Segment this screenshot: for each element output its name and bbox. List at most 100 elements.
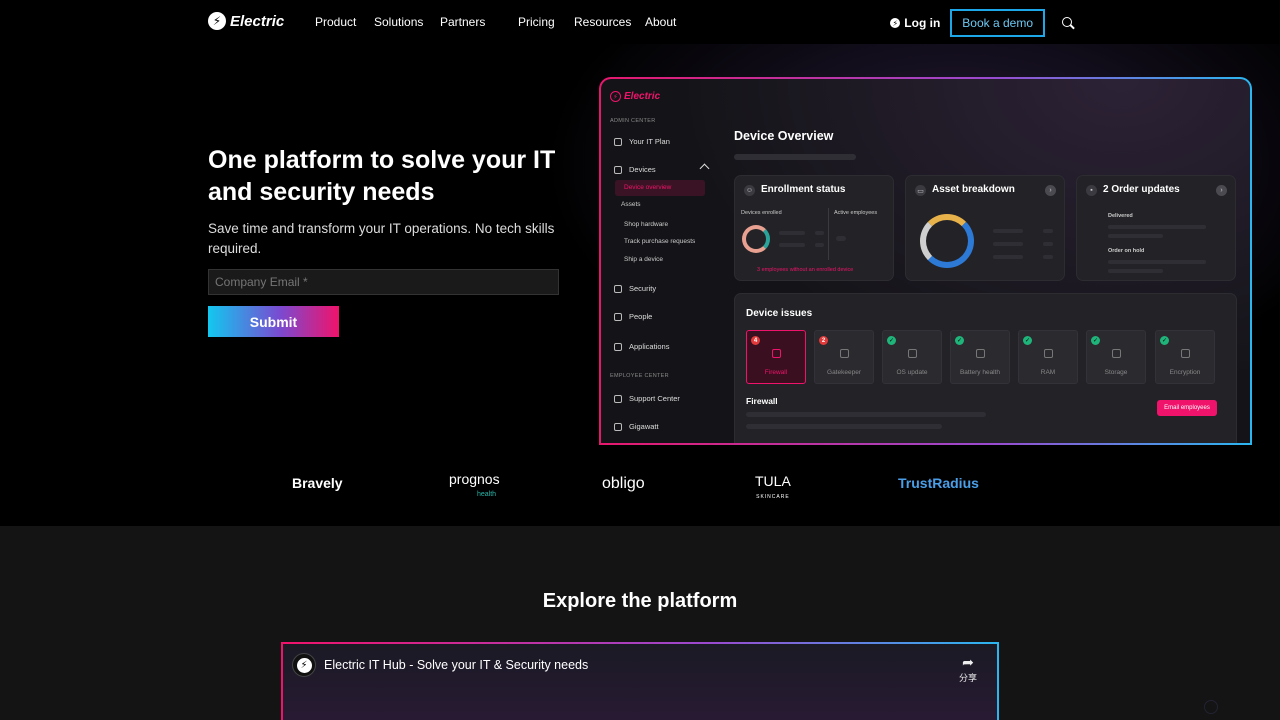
sidebar-item-support-center[interactable]: Support Center (614, 394, 680, 403)
employee-center-label: EMPLOYEE CENTER (610, 373, 669, 379)
check-icon: ✓ (1091, 336, 1100, 345)
people-icon (614, 312, 622, 321)
order-on-hold-label: Order on hold (1108, 248, 1145, 254)
channel-avatar[interactable]: ⚡ (292, 653, 316, 677)
issue-tile-battery-health[interactable]: ✓ Battery health (950, 330, 1010, 384)
tula-logo-text: TULA (755, 473, 791, 489)
sidebar-sub-track-requests[interactable]: Track purchase requests (624, 238, 695, 245)
prognos-logo-text: prognos (449, 471, 500, 487)
bolt-icon: ⚡ (208, 12, 226, 30)
issue-label: OS update (896, 369, 928, 376)
nav-actions: ⚡ Log in Book a demo (890, 9, 1075, 37)
device-issues-card: Device issues 4 Firewall 2 Gatekeeper ✓ OS … (734, 293, 1237, 443)
skeleton-line (779, 231, 805, 235)
issue-tile-encryption[interactable]: ✓ Encryption (1155, 330, 1215, 384)
skeleton-line (1043, 229, 1053, 233)
truck-icon: ▪ (1086, 185, 1097, 196)
check-icon: ✓ (955, 336, 964, 345)
order-updates-card[interactable]: ▪ 2 Order updates › Delivered Order on h… (1076, 175, 1236, 281)
gear-icon (908, 349, 917, 358)
asset-breakdown-card[interactable]: ▭ Asset breakdown › (905, 175, 1065, 281)
logo-text: Electric (230, 12, 285, 30)
hero-title: One platform to solve your IT and securi… (208, 146, 556, 206)
firewall-icon (772, 349, 781, 358)
skeleton-line (993, 255, 1023, 259)
laptop-icon (614, 165, 622, 174)
issue-tile-ram[interactable]: ✓ RAM (1018, 330, 1078, 384)
sidebar-item-applications[interactable]: Applications (614, 342, 669, 351)
sidebar-sub-assets[interactable]: Assets (621, 201, 641, 208)
sidebar-sub-ship-device[interactable]: Ship a device (624, 256, 663, 263)
sidebar-item-security[interactable]: Security (614, 284, 656, 293)
app-preview: ⚡ Electric ADMIN CENTER Your IT Plan Dev… (599, 77, 1252, 445)
nav-solutions[interactable]: Solutions (374, 15, 440, 29)
issue-tile-os-update[interactable]: ✓ OS update (882, 330, 942, 384)
sidebar-item-label: Applications (629, 342, 670, 351)
issue-tile-gatekeeper[interactable]: 2 Gatekeeper (814, 330, 874, 384)
check-icon: ✓ (1160, 336, 1169, 345)
order-delivered-label: Delivered (1108, 213, 1133, 219)
sidebar-item-label: Your IT Plan (629, 137, 670, 146)
active-employees-label: Active employees (834, 210, 878, 216)
user-icon: ☺ (744, 185, 755, 196)
video-player[interactable]: ⚡ Electric IT Hub - Solve your IT & Secu… (281, 642, 999, 720)
corner-widget-icon[interactable] (1204, 700, 1218, 714)
prognos-logo: prognos health (449, 471, 500, 501)
share-button[interactable]: ➦ 分享 (959, 654, 977, 684)
explore-title: Explore the platform (542, 590, 738, 612)
storage-icon (1112, 349, 1121, 358)
divider (828, 208, 829, 260)
nav-product[interactable]: Product (315, 15, 374, 29)
main-menu: Product Solutions Partners Pricing Resou… (315, 15, 676, 29)
sidebar-item-label: Security (629, 284, 657, 293)
tula-logo: TULA SKINCARE (755, 473, 791, 503)
issue-badge: 4 (751, 336, 760, 345)
issue-tile-firewall[interactable]: 4 Firewall (746, 330, 806, 384)
nav-partners[interactable]: Partners (440, 15, 518, 29)
skeleton-line (815, 231, 824, 235)
issue-label: Storage (1104, 369, 1128, 376)
obligo-logo: obligo (602, 475, 645, 492)
skeleton-line (779, 243, 805, 247)
sidebar-sub-device-overview[interactable]: Device overview (624, 184, 671, 191)
sidebar-item-gigawatt[interactable]: Gigawatt (614, 422, 659, 431)
nav-about[interactable]: About (645, 15, 676, 29)
customer-logos: Bravely prognos health obligo TULA SKINC… (0, 445, 1280, 526)
electric-logo[interactable]: ⚡ Electric (208, 12, 284, 30)
nav-pricing[interactable]: Pricing (518, 15, 574, 29)
issue-tile-storage[interactable]: ✓ Storage (1086, 330, 1146, 384)
email-employees-button[interactable]: Email employees (1157, 400, 1217, 416)
battery-icon (976, 349, 985, 358)
skeleton-line (1108, 234, 1163, 238)
skeleton-line (1043, 255, 1053, 259)
shield-icon (614, 284, 622, 293)
explore-section: Explore the platform ⚡ Electric IT Hub -… (0, 526, 1280, 720)
sidebar-item-label: Gigawatt (629, 422, 659, 431)
sidebar-sub-shop-hardware[interactable]: Shop hardware (624, 221, 668, 228)
nav-resources[interactable]: Resources (574, 15, 645, 29)
book-demo-button[interactable]: Book a demo (950, 9, 1045, 37)
sidebar-item-label: People (629, 312, 653, 321)
issue-label: Gatekeeper (827, 369, 861, 376)
sidebar-item-devices[interactable]: Devices (614, 165, 656, 174)
enrollment-status-card[interactable]: ☺ Enrollment status Devices enrolled Act… (734, 175, 894, 281)
app-logo-text: Electric (624, 91, 661, 102)
issue-label: Battery health (959, 369, 1001, 376)
video-title[interactable]: Electric IT Hub - Solve your IT & Securi… (324, 658, 588, 672)
submit-button[interactable]: Submit (208, 306, 339, 337)
chevron-right-icon[interactable]: › (1045, 185, 1056, 196)
card-title: Enrollment status (761, 184, 846, 195)
sidebar-item-label: Devices (629, 165, 656, 174)
skeleton-line (746, 424, 942, 429)
prognos-logo-sub: health (477, 491, 497, 498)
skeleton-line (1043, 242, 1053, 246)
lock-icon (1181, 349, 1190, 358)
search-icon[interactable] (1061, 16, 1075, 30)
login-link[interactable]: ⚡ Log in (890, 16, 940, 30)
company-email-input[interactable] (208, 269, 559, 295)
asset-donut (920, 214, 974, 268)
app-logo: ⚡ Electric (610, 91, 660, 102)
sidebar-item-it-plan[interactable]: Your IT Plan (614, 137, 670, 146)
sidebar-item-people[interactable]: People (614, 312, 652, 321)
chevron-right-icon[interactable]: › (1216, 185, 1227, 196)
